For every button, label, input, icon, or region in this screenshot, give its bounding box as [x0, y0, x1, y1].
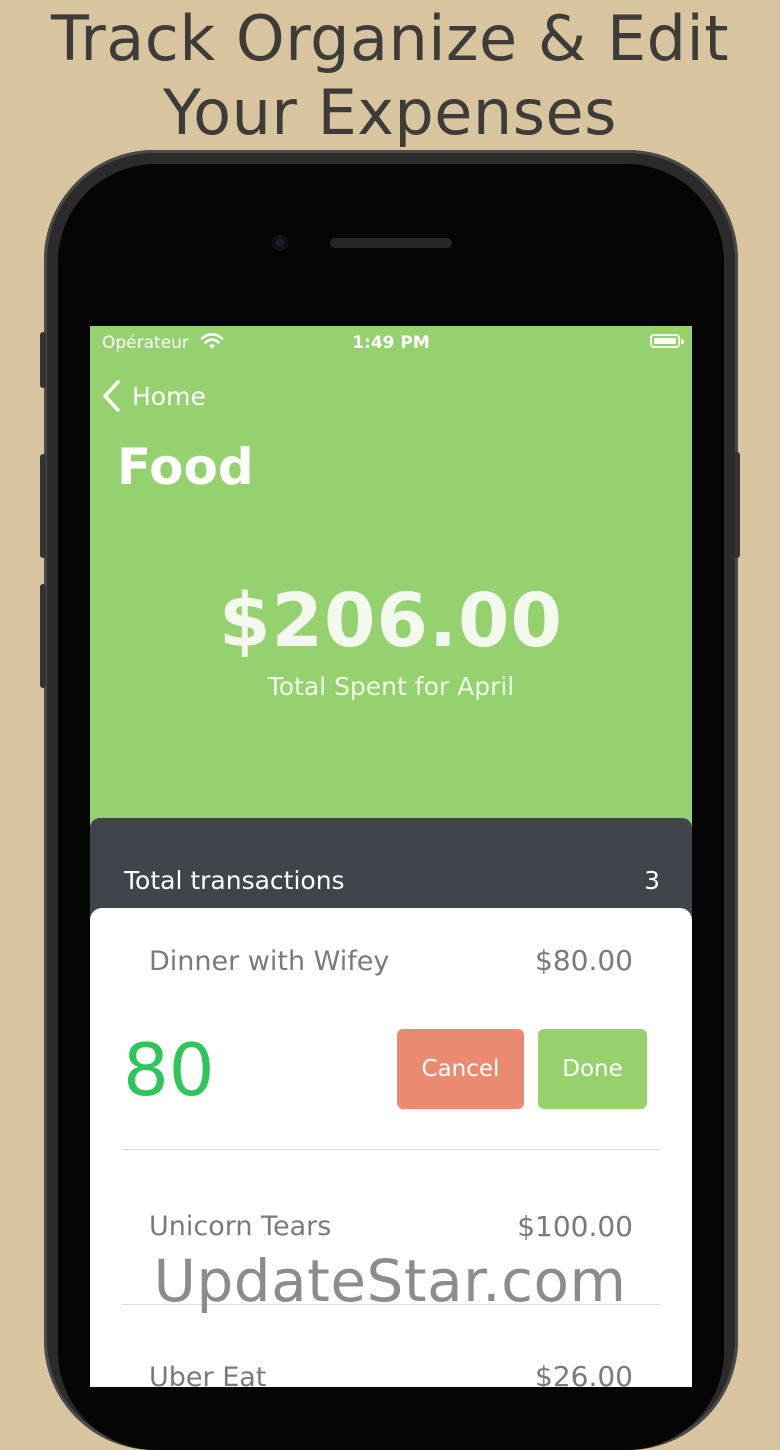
cancel-button[interactable]: Cancel: [397, 1029, 524, 1109]
app-screen: Opérateur 1:49 PM Home Food $206.00 Tota…: [90, 326, 692, 1387]
page-title: Food: [117, 438, 254, 496]
transaction-name: Dinner with Wifey: [149, 946, 390, 977]
transactions-list: Dinner with Wifey $80.00 80 Cancel Done …: [90, 908, 692, 1387]
earpiece-speaker: [330, 238, 452, 248]
transaction-amount: $80.00: [535, 944, 633, 977]
promo-line-1: Track Organize & Edit: [50, 2, 730, 75]
status-time: 1:49 PM: [352, 333, 430, 353]
divider: [122, 1149, 660, 1150]
mute-switch: [40, 332, 46, 388]
battery-icon: [650, 334, 680, 348]
watermark: UpdateStar.com: [153, 1247, 627, 1315]
volume-up-button: [40, 454, 46, 558]
power-button: [734, 452, 740, 558]
promo-line-2: Your Expenses: [163, 76, 617, 149]
front-camera: [272, 235, 288, 251]
transaction-name: Unicorn Tears: [149, 1211, 332, 1242]
transaction-amount: $100.00: [517, 1210, 633, 1243]
total-caption: Total Spent for April: [267, 672, 515, 701]
transactions-count: 3: [644, 866, 660, 895]
transaction-name: Uber Eat: [149, 1362, 267, 1387]
back-button[interactable]: Home: [102, 376, 206, 416]
transactions-label: Total transactions: [124, 866, 345, 895]
volume-down-button: [40, 584, 46, 688]
chevron-left-icon: [103, 380, 120, 412]
back-label: Home: [132, 381, 206, 411]
battery-tip: [681, 339, 684, 344]
transaction-amount: $26.00: [535, 1360, 633, 1387]
status-bar: Opérateur 1:49 PM: [90, 326, 692, 360]
done-button[interactable]: Done: [538, 1029, 647, 1109]
total-amount: $206.00: [218, 578, 564, 664]
amount-edit-field[interactable]: 80: [123, 1028, 215, 1112]
promo-headline: Track Organize & Edit Your Expenses: [0, 0, 780, 150]
